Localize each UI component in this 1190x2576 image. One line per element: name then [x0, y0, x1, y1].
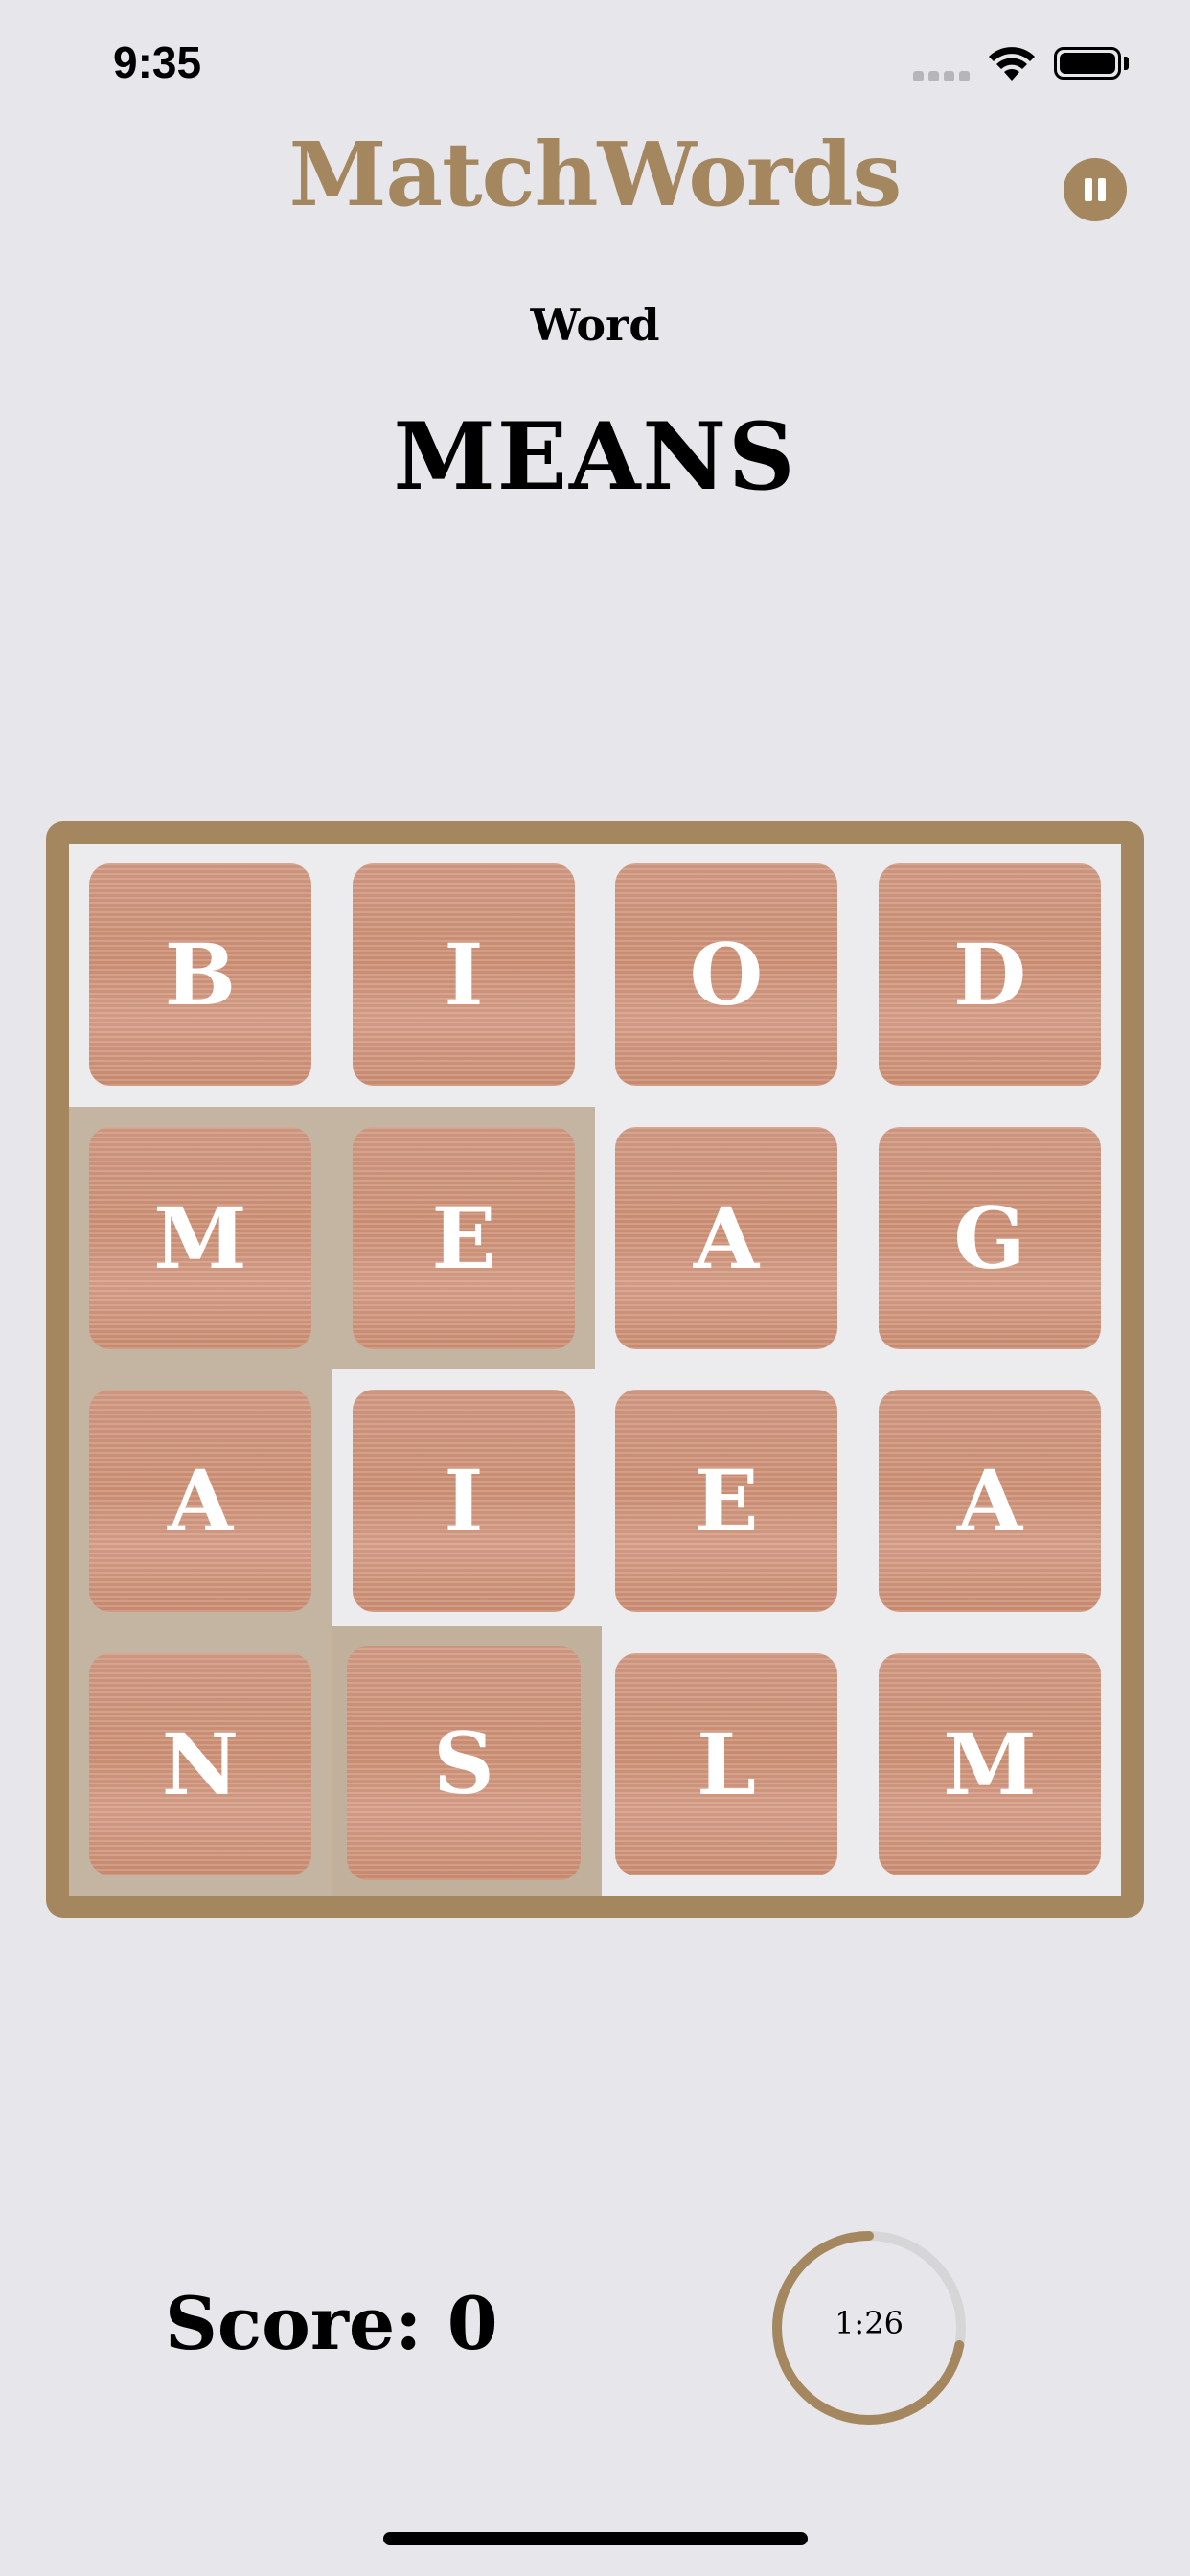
tile-letter: D: [952, 925, 1027, 1024]
score-label: Score: 0: [165, 2281, 498, 2366]
timer-text: 1:26: [835, 2305, 904, 2341]
tile-letter: B: [164, 925, 237, 1024]
letter-tile-selected[interactable]: M: [89, 1127, 311, 1349]
letter-tile-selected[interactable]: A: [89, 1390, 311, 1612]
cellular-signal-icon: [913, 71, 971, 82]
letter-tile[interactable]: I: [353, 1390, 575, 1612]
letter-tile-active[interactable]: S: [347, 1646, 581, 1880]
app-title: MatchWords: [288, 123, 903, 226]
tile-letter: A: [167, 1451, 234, 1551]
battery-icon: [1054, 47, 1121, 80]
letter-tile[interactable]: O: [615, 863, 837, 1086]
tile-letter: A: [693, 1188, 760, 1288]
letter-tile[interactable]: A: [879, 1390, 1101, 1612]
tile-letter: M: [943, 1714, 1037, 1814]
tile-letter: G: [953, 1188, 1026, 1288]
letter-tile[interactable]: M: [879, 1653, 1101, 1875]
tile-letter: I: [444, 925, 484, 1024]
tile-letter: L: [697, 1714, 756, 1814]
wifi-icon: [989, 47, 1035, 80]
tile-letter: O: [689, 925, 764, 1024]
letter-tile-selected[interactable]: N: [89, 1653, 311, 1875]
tile-letter: M: [153, 1188, 247, 1288]
tile-letter: E: [694, 1451, 759, 1551]
letter-tile-selected[interactable]: E: [353, 1127, 575, 1349]
home-indicator[interactable]: [383, 2532, 808, 2545]
letter-tile[interactable]: B: [89, 863, 311, 1086]
letter-tile[interactable]: L: [615, 1653, 837, 1875]
letter-tile[interactable]: E: [615, 1390, 837, 1612]
tile-letter: E: [431, 1188, 496, 1288]
letter-tile[interactable]: D: [879, 863, 1101, 1086]
word-label: Word: [530, 299, 660, 351]
letter-tile[interactable]: I: [353, 863, 575, 1086]
letter-tile[interactable]: G: [879, 1127, 1101, 1349]
tile-letter: A: [956, 1451, 1023, 1551]
tile-letter: S: [433, 1714, 494, 1813]
battery-cap: [1124, 57, 1129, 70]
letter-tile[interactable]: A: [615, 1127, 837, 1349]
tile-letter: I: [444, 1451, 484, 1551]
target-word: MEANS: [393, 402, 797, 511]
status-time: 9:35: [113, 37, 202, 87]
pause-button[interactable]: [1064, 158, 1127, 221]
tile-letter: N: [161, 1714, 240, 1814]
